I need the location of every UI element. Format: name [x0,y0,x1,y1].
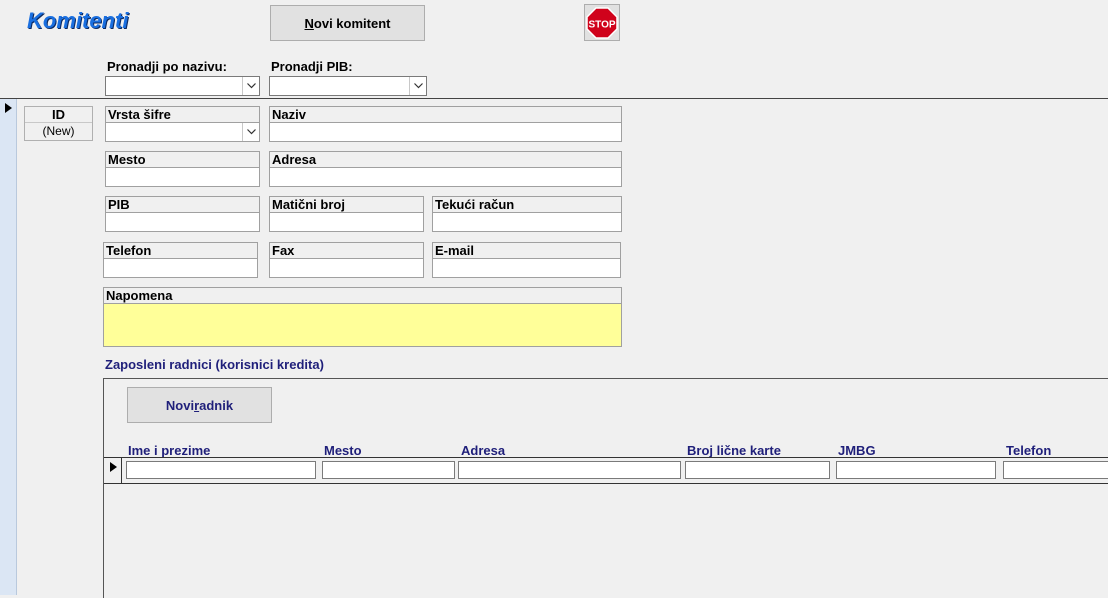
worker-ime-prezime-input[interactable] [126,461,316,479]
pib-label: PIB [108,197,130,212]
new-worker-label-end: adnik [199,397,234,413]
maticni-broj-input[interactable] [270,212,423,231]
tekuci-racun-field: Tekući račun [432,196,622,232]
adresa-field: Adresa [269,151,622,187]
adresa-input[interactable] [270,167,621,186]
chevron-down-icon[interactable] [242,123,259,141]
mesto-label: Mesto [108,152,146,167]
telefon-field: Telefon [103,242,258,278]
record-selector[interactable] [0,99,17,595]
stop-sign-text: STOP [588,19,615,30]
new-worker-label-start: Novi [165,397,195,413]
stop-sign-icon: STOP [586,6,618,39]
id-value: (New) [42,124,75,138]
worker-jmbg-input[interactable] [836,461,996,479]
column-header-adresa: Adresa [461,443,506,458]
triangle-right-icon [110,460,117,475]
chevron-down-icon[interactable] [242,77,259,95]
id-label: ID [25,107,92,123]
column-header-ime-prezime: Ime i prezime [128,443,211,458]
vrsta-sifre-label: Vrsta šifre [108,107,171,122]
email-field: E-mail [432,242,621,278]
fax-label: Fax [272,243,295,258]
mesto-input[interactable] [106,167,259,186]
naziv-field: Naziv [269,106,622,142]
column-header-mesto: Mesto [324,443,362,458]
search-by-pib-combo[interactable] [269,76,427,96]
email-label: E-mail [435,243,475,258]
search-by-pib-label: Pronadji PIB: [271,59,353,74]
naziv-label: Naziv [272,107,306,122]
search-by-name-combo[interactable] [105,76,260,96]
tekuci-racun-label: Tekući račun [435,197,515,212]
worker-broj-licne-karte-input[interactable] [685,461,830,479]
pib-input[interactable] [106,212,259,231]
column-header-broj-licne-karte: Broj lične karte [687,443,781,458]
triangle-right-icon [5,101,12,116]
subform-caption: Zaposleni radnici (korisnici kredita) [105,357,324,372]
stop-button[interactable]: STOP [584,4,620,41]
search-by-name-label: Pronadji po nazivu: [107,59,227,74]
vrsta-sifre-combo[interactable] [106,122,259,141]
maticni-broj-field: Matični broj [269,196,424,232]
mesto-field: Mesto [105,151,260,187]
vrsta-sifre-field: Vrsta šifre [105,106,260,142]
column-header-telefon: Telefon [1006,443,1052,458]
subform-row-divider [104,483,1108,484]
telefon-label: Telefon [106,243,152,258]
column-header-jmbg: JMBG [838,443,876,458]
maticni-broj-label: Matični broj [272,197,345,212]
id-field: ID (New) [24,106,93,141]
telefon-input[interactable] [104,258,257,277]
fax-field: Fax [269,242,424,278]
napomena-input[interactable] [104,303,621,346]
napomena-field: Napomena [103,287,622,347]
form-title: Komitenti [27,8,129,33]
new-worker-button[interactable]: Novi r adnik [127,387,272,423]
fax-input[interactable] [270,258,423,277]
worker-telefon-input[interactable] [1003,461,1108,479]
subform-header-divider [104,457,1108,458]
pib-field: PIB [105,196,260,232]
chevron-down-icon[interactable] [409,77,426,95]
worker-mesto-input[interactable] [322,461,455,479]
email-input[interactable] [433,258,620,277]
worker-adresa-input[interactable] [458,461,681,479]
new-client-button-accesskey: N [304,15,314,31]
tekuci-racun-input[interactable] [433,212,621,231]
header-divider [0,98,1108,99]
new-client-button-label: ovi komitent [313,15,391,31]
adresa-label: Adresa [272,152,317,167]
naziv-input[interactable] [270,122,621,141]
new-client-button[interactable]: Novi komitent [270,5,425,41]
napomena-label: Napomena [106,288,173,303]
